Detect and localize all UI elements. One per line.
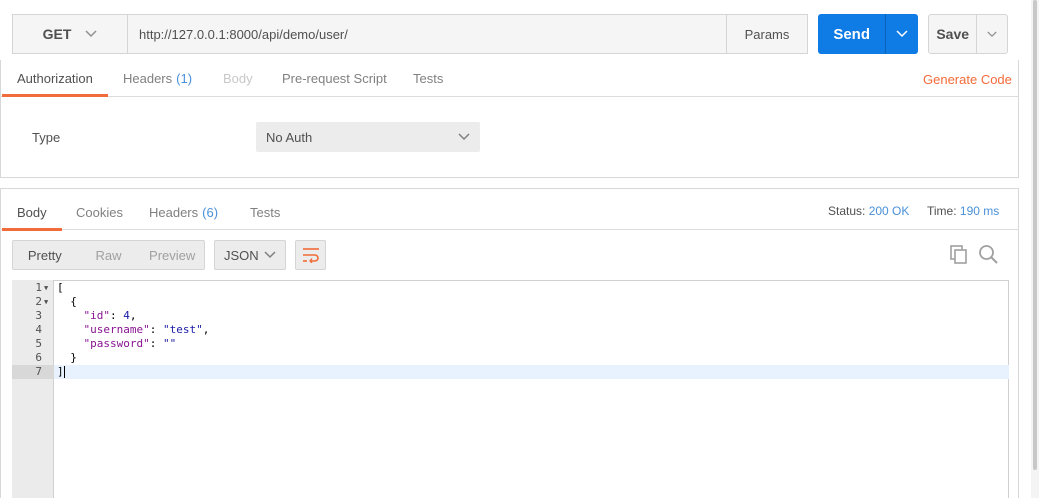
code-text-wrapper: ] <box>57 365 66 379</box>
tab-cookies[interactable]: Cookies <box>76 194 123 230</box>
code-text: "id": 4, <box>83 309 137 322</box>
tab-prerequest-script[interactable]: Pre-request Script <box>282 60 387 96</box>
tab-response-headers[interactable]: Headers (6) <box>149 194 218 230</box>
window-scrollbar[interactable] <box>1031 0 1039 498</box>
chevron-down-icon <box>264 251 276 259</box>
copy-button[interactable] <box>948 244 968 267</box>
tab-response-body-label: Body <box>17 204 47 220</box>
response-status: Status: 200 OK <box>828 204 909 218</box>
code-text: [ <box>57 281 64 294</box>
tab-cookies-label: Cookies <box>76 204 123 220</box>
method-label: GET <box>42 26 72 42</box>
headers-count-badge: (1) <box>176 70 193 86</box>
copy-icon <box>950 245 967 264</box>
send-label: Send <box>833 25 870 43</box>
code-text: } <box>57 351 77 364</box>
wrap-lines-icon <box>302 248 319 263</box>
url-input[interactable]: http://127.0.0.1:8000/api/demo/user/ <box>127 14 727 54</box>
params-button[interactable]: Params <box>726 14 808 54</box>
text-cursor <box>63 366 66 378</box>
code-lines: 1 ▼ [ 2 ▼ { 3 "id": 4, 4 "username": "te… <box>12 281 1009 391</box>
line-number: 7 <box>35 365 42 378</box>
format-select[interactable]: JSON <box>214 240 286 270</box>
tab-body-label: Body <box>223 70 253 86</box>
view-pretty-button[interactable]: Pretty <box>13 241 77 269</box>
tab-response-body[interactable]: Body <box>2 194 62 231</box>
code-line: 4 "username": "test", <box>12 323 1009 337</box>
format-value: JSON <box>224 247 259 263</box>
response-headers-count-badge: (6) <box>202 204 219 220</box>
line-number: 6 <box>35 351 42 364</box>
tab-prerequest-label: Pre-request Script <box>282 70 387 86</box>
view-mode-group: Pretty Raw Preview <box>12 240 205 270</box>
save-label: Save <box>936 26 970 42</box>
code-text: "password": "" <box>83 337 177 350</box>
code-text: "username": "test", <box>83 323 210 336</box>
tab-response-tests[interactable]: Tests <box>250 194 280 230</box>
url-text: http://127.0.0.1:8000/api/demo/user/ <box>139 26 348 42</box>
tab-tests[interactable]: Tests <box>413 60 443 96</box>
auth-type-value: No Auth <box>266 129 313 145</box>
line-number: 3 <box>35 309 42 322</box>
fold-arrow-icon[interactable]: ▼ <box>44 281 48 295</box>
tab-headers[interactable]: Headers (1) <box>123 60 192 96</box>
tab-response-tests-label: Tests <box>250 204 281 220</box>
send-options-button[interactable] <box>885 14 918 54</box>
fold-arrow-icon[interactable]: ▼ <box>44 295 48 309</box>
line-number: 2 <box>35 295 42 308</box>
view-raw-button[interactable]: Raw <box>77 241 141 269</box>
tab-authorization-label: Authorization <box>17 70 93 86</box>
code-text: { <box>57 295 77 308</box>
chevron-down-icon <box>987 31 997 37</box>
view-preview-button[interactable]: Preview <box>140 241 204 269</box>
params-label: Params <box>744 26 790 42</box>
generate-code-link[interactable]: Generate Code <box>923 72 1012 87</box>
code-line: 1 ▼ [ <box>12 281 1009 295</box>
chevron-down-icon <box>896 30 908 38</box>
wrap-lines-button[interactable] <box>295 240 326 270</box>
search-icon <box>979 245 998 264</box>
auth-type-label: Type <box>32 130 61 145</box>
code-line: 3 "id": 4, <box>12 309 1009 323</box>
status-value: 200 OK <box>868 204 910 218</box>
auth-type-select[interactable]: No Auth <box>256 122 480 152</box>
request-tabs: Authorization Headers (1) Body Pre-reque… <box>0 60 1019 97</box>
response-time: Time: 190 ms <box>927 204 999 218</box>
line-number: 4 <box>35 323 42 336</box>
line-number: 1 <box>35 281 42 294</box>
time-value: 190 ms <box>959 204 1000 218</box>
code-line: 5 "password": "" <box>12 337 1009 351</box>
tab-tests-label: Tests <box>413 70 444 86</box>
method-select[interactable]: GET <box>12 14 128 54</box>
tab-authorization[interactable]: Authorization <box>2 60 108 97</box>
status-label: Status: <box>828 204 866 218</box>
save-options-button[interactable] <box>976 15 1007 53</box>
chevron-down-icon <box>85 30 97 38</box>
code-text: ] <box>57 365 64 378</box>
chevron-down-icon <box>458 133 470 141</box>
time-label: Time: <box>927 204 957 218</box>
search-button[interactable] <box>978 244 998 267</box>
tab-body[interactable]: Body <box>223 60 253 96</box>
code-line-current: 7 ] <box>12 365 1009 379</box>
line-number: 5 <box>35 337 42 350</box>
tab-headers-label: Headers <box>123 70 173 86</box>
code-line: 2 ▼ { <box>12 295 1009 309</box>
send-button[interactable]: Send <box>818 14 918 54</box>
tab-response-headers-label: Headers <box>149 204 199 220</box>
save-button[interactable]: Save <box>928 14 1008 54</box>
code-line: 6 } <box>12 351 1009 365</box>
